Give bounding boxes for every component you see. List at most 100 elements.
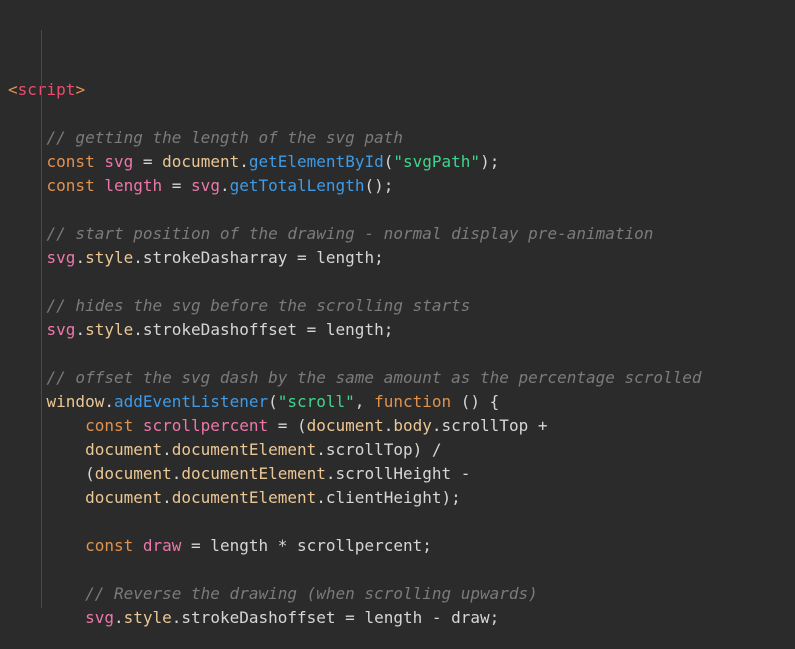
variable-token: length bbox=[104, 176, 163, 195]
code-line-11: svg.style.strokeDashoffset = length; bbox=[8, 318, 787, 342]
object-token: document bbox=[85, 440, 163, 459]
keyword-token: const bbox=[85, 416, 134, 435]
object-token: style bbox=[123, 608, 172, 627]
object-token: body bbox=[393, 416, 432, 435]
plain-token: = bbox=[162, 176, 192, 195]
plain-token: .strokeDashoffset = length; bbox=[133, 320, 394, 339]
plain-token: , bbox=[354, 392, 375, 411]
string-token: "scroll" bbox=[277, 392, 355, 411]
plain-token: = length * scrollpercent; bbox=[181, 536, 432, 555]
object-token: documentElement bbox=[171, 440, 317, 459]
method-token: addEventListener bbox=[113, 392, 269, 411]
code-line-13: // offset the svg dash by the same amoun… bbox=[8, 366, 787, 390]
plain-token: ); bbox=[480, 152, 500, 171]
keyword-token: const bbox=[46, 176, 95, 195]
method-token: getTotalLength bbox=[229, 176, 365, 195]
method-token: getElementById bbox=[248, 152, 384, 171]
variable-token: svg bbox=[104, 152, 134, 171]
code-line-18: document.documentElement.clientHeight); bbox=[8, 486, 787, 510]
code-line-17: (document.documentElement.scrollHeight - bbox=[8, 462, 787, 486]
object-token: style bbox=[85, 248, 134, 267]
plain-token: . bbox=[239, 152, 249, 171]
code-editor[interactable]: <script> // getting the length of the sv… bbox=[0, 0, 795, 649]
plain-token: .strokeDashoffset = length - draw; bbox=[171, 608, 500, 627]
plain-token: .scrollTop) / bbox=[316, 440, 442, 459]
keyword-token: function bbox=[374, 392, 452, 411]
plain-token: . bbox=[104, 392, 114, 411]
plain-token: . bbox=[171, 464, 182, 483]
plain-token: = ( bbox=[268, 416, 307, 435]
plain-token: . bbox=[162, 488, 172, 507]
keyword-token: < bbox=[8, 80, 18, 99]
keyword-token: const bbox=[46, 152, 95, 171]
object-token: documentElement bbox=[171, 488, 317, 507]
code-line-22: // Reverse the drawing (when scrolling u… bbox=[8, 582, 787, 606]
variable-token: scrollpercent bbox=[142, 416, 269, 435]
plain-token: . bbox=[383, 416, 394, 435]
plain-token: .clientHeight); bbox=[316, 488, 461, 507]
code-line-5: const length = svg.getTotalLength(); bbox=[8, 174, 787, 198]
keyword-token: > bbox=[75, 80, 86, 99]
comment-token: // start position of the drawing - norma… bbox=[8, 224, 654, 243]
object-token: document bbox=[306, 416, 384, 435]
variable-token: svg bbox=[46, 320, 76, 339]
indent-guide bbox=[41, 30, 42, 608]
code-line-16: document.documentElement.scrollTop) / bbox=[8, 438, 787, 462]
plain-token: . bbox=[113, 608, 124, 627]
plain-token: .scrollTop + bbox=[431, 416, 548, 435]
code-line-4: const svg = document.getElementById("svg… bbox=[8, 150, 787, 174]
plain-token: ( bbox=[8, 464, 95, 483]
object-token: document bbox=[85, 488, 163, 507]
plain-token: (); bbox=[364, 176, 394, 195]
variable-token: draw bbox=[142, 536, 182, 555]
code-line-15: const scrollpercent = (document.body.scr… bbox=[8, 414, 787, 438]
code-line-23: svg.style.strokeDashoffset = length - dr… bbox=[8, 606, 787, 630]
code-lines-container: <script> // getting the length of the sv… bbox=[8, 78, 787, 649]
variable-token: svg bbox=[46, 248, 76, 267]
comment-token: // hides the svg before the scrolling st… bbox=[8, 296, 471, 315]
plain-token: () { bbox=[451, 392, 500, 411]
string-token: "svgPath" bbox=[393, 152, 481, 171]
variable-token: svg bbox=[85, 608, 114, 627]
code-line-3: // getting the length of the svg path bbox=[8, 126, 787, 150]
code-line-7: // start position of the drawing - norma… bbox=[8, 222, 787, 246]
object-token: document bbox=[162, 152, 240, 171]
object-token: documentElement bbox=[181, 464, 326, 483]
tag-token: script bbox=[17, 80, 76, 99]
code-line-8: svg.style.strokeDasharray = length; bbox=[8, 246, 787, 270]
plain-token: . bbox=[162, 440, 172, 459]
plain-token: . bbox=[219, 176, 230, 195]
code-line-14: window.addEventListener("scroll", functi… bbox=[8, 390, 787, 414]
keyword-token: const bbox=[85, 536, 134, 555]
object-token: window bbox=[46, 392, 105, 411]
comment-token: // Reverse the drawing (when scrolling u… bbox=[8, 584, 538, 603]
plain-token: .scrollHeight - bbox=[325, 464, 471, 483]
variable-token: svg bbox=[191, 176, 220, 195]
plain-token: = bbox=[133, 152, 163, 171]
plain-token: . bbox=[75, 320, 86, 339]
plain-token: ( bbox=[268, 392, 278, 411]
plain-token: ( bbox=[383, 152, 394, 171]
comment-token: // offset the svg dash by the same amoun… bbox=[8, 368, 702, 387]
object-token: document bbox=[94, 464, 172, 483]
comment-token: // getting the length of the svg path bbox=[8, 128, 403, 147]
plain-token: . bbox=[75, 248, 86, 267]
code-line-20: const draw = length * scrollpercent; bbox=[8, 534, 787, 558]
plain-token: .strokeDasharray = length; bbox=[133, 248, 384, 267]
